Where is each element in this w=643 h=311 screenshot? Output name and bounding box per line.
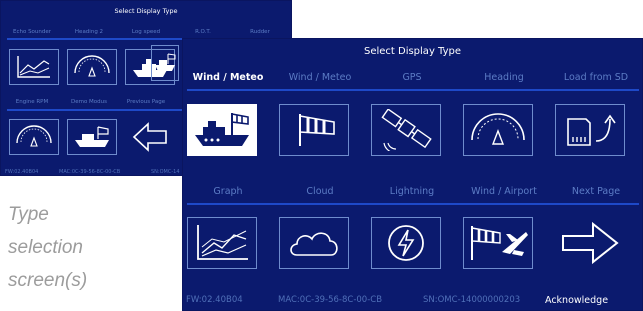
back-panel-title: Select Display Type <box>114 7 178 15</box>
tile-wind-airport[interactable] <box>463 217 533 269</box>
arrow-right-icon <box>562 221 619 265</box>
tile-load-from-sd[interactable] <box>555 104 625 156</box>
tile-ship-windsock-selected[interactable] <box>187 104 257 156</box>
back-tile-engine-rpm[interactable] <box>9 119 59 155</box>
back-tab-rudder[interactable]: Rudder <box>232 29 288 35</box>
caption-line-3: screen(s) <box>8 270 88 291</box>
front-footer-mac: MAC:0C-39-56-8C-00-CB <box>278 295 383 305</box>
windsock-icon <box>299 114 335 146</box>
back-footer-sn: SN:OMC-14 <box>151 169 180 175</box>
back-tile-demo-modus[interactable] <box>67 119 117 155</box>
acknowledge-button[interactable]: Acknowledge <box>545 295 608 306</box>
caption-line-1: Type <box>8 204 49 225</box>
ship-wind-icon <box>75 126 109 147</box>
front-display-panel: Select Display Type Wind / Meteo Wind / … <box>182 38 643 311</box>
windsock-plane-icon <box>471 226 528 260</box>
front-footer-sn: SN:OMC-14000000203 <box>423 295 521 305</box>
tile-gps-satellite[interactable] <box>371 104 441 156</box>
tile-next-page[interactable] <box>555 217 625 269</box>
front-footer-fw: FW:02.40B04 <box>186 295 243 305</box>
back-tile-graph[interactable] <box>9 49 59 85</box>
front-row2-underline <box>187 203 639 205</box>
back-tile-previous-page[interactable] <box>125 119 175 155</box>
gauge-icon <box>74 55 110 77</box>
cloud-icon <box>290 232 338 256</box>
lightning-icon <box>388 225 424 261</box>
label-next-page: Next Page <box>571 186 621 197</box>
back-label-demo-modus: Demo Modus <box>70 99 108 105</box>
tab-heading[interactable]: Heading <box>459 72 549 83</box>
back-tile-ship-wind[interactable] <box>151 45 179 81</box>
back-tab-heading-2[interactable]: Heading 2 <box>61 29 117 35</box>
back-footer-fw: FW:02.40B04 <box>5 169 39 175</box>
tile-heading-gauge[interactable] <box>463 104 533 156</box>
back-row2-underline <box>7 109 183 111</box>
back-footer-mac: MAC:0C-39-56-8C-00-CB <box>59 169 121 175</box>
tab-gps[interactable]: GPS <box>367 72 457 83</box>
front-panel-title: Select Display Type <box>363 46 462 57</box>
gauge-icon <box>471 113 525 145</box>
gauge-icon <box>16 125 52 147</box>
back-label-previous-page: Previous Page <box>126 99 166 105</box>
tab-load-from-sd[interactable]: Load from SD <box>551 72 641 83</box>
tab-wind-meteo-active[interactable]: Wind / Meteo <box>183 72 273 83</box>
tile-cloud[interactable] <box>279 217 349 269</box>
ship-windsock-icon <box>195 113 249 146</box>
caption-line-2: selection <box>8 237 83 258</box>
label-lightning: Lightning <box>389 186 435 197</box>
back-tab-rot[interactable]: R.O.T. <box>175 29 231 35</box>
label-wind-airport: Wind / Airport <box>471 186 537 197</box>
tab-wind-meteo[interactable]: Wind / Meteo <box>275 72 365 83</box>
back-tile-gauge[interactable] <box>67 49 117 85</box>
tile-graph[interactable] <box>187 217 257 269</box>
back-label-engine-rpm: Engine RPM <box>15 99 49 105</box>
satellite-icon <box>381 109 432 151</box>
graph-icon <box>17 56 50 78</box>
graph-icon <box>197 225 248 260</box>
label-cloud: Cloud <box>306 186 334 197</box>
label-graph: Graph <box>213 186 243 197</box>
tile-windsock[interactable] <box>279 104 349 156</box>
sd-card-icon <box>567 114 616 146</box>
ship-icon <box>155 53 176 71</box>
front-tab-underline <box>187 89 639 91</box>
back-tab-echo-sounder[interactable]: Echo Sounder <box>4 29 60 35</box>
tile-lightning[interactable] <box>371 217 441 269</box>
back-tab-log-speed[interactable]: Log speed <box>118 29 174 35</box>
arrow-left-icon <box>132 122 167 152</box>
